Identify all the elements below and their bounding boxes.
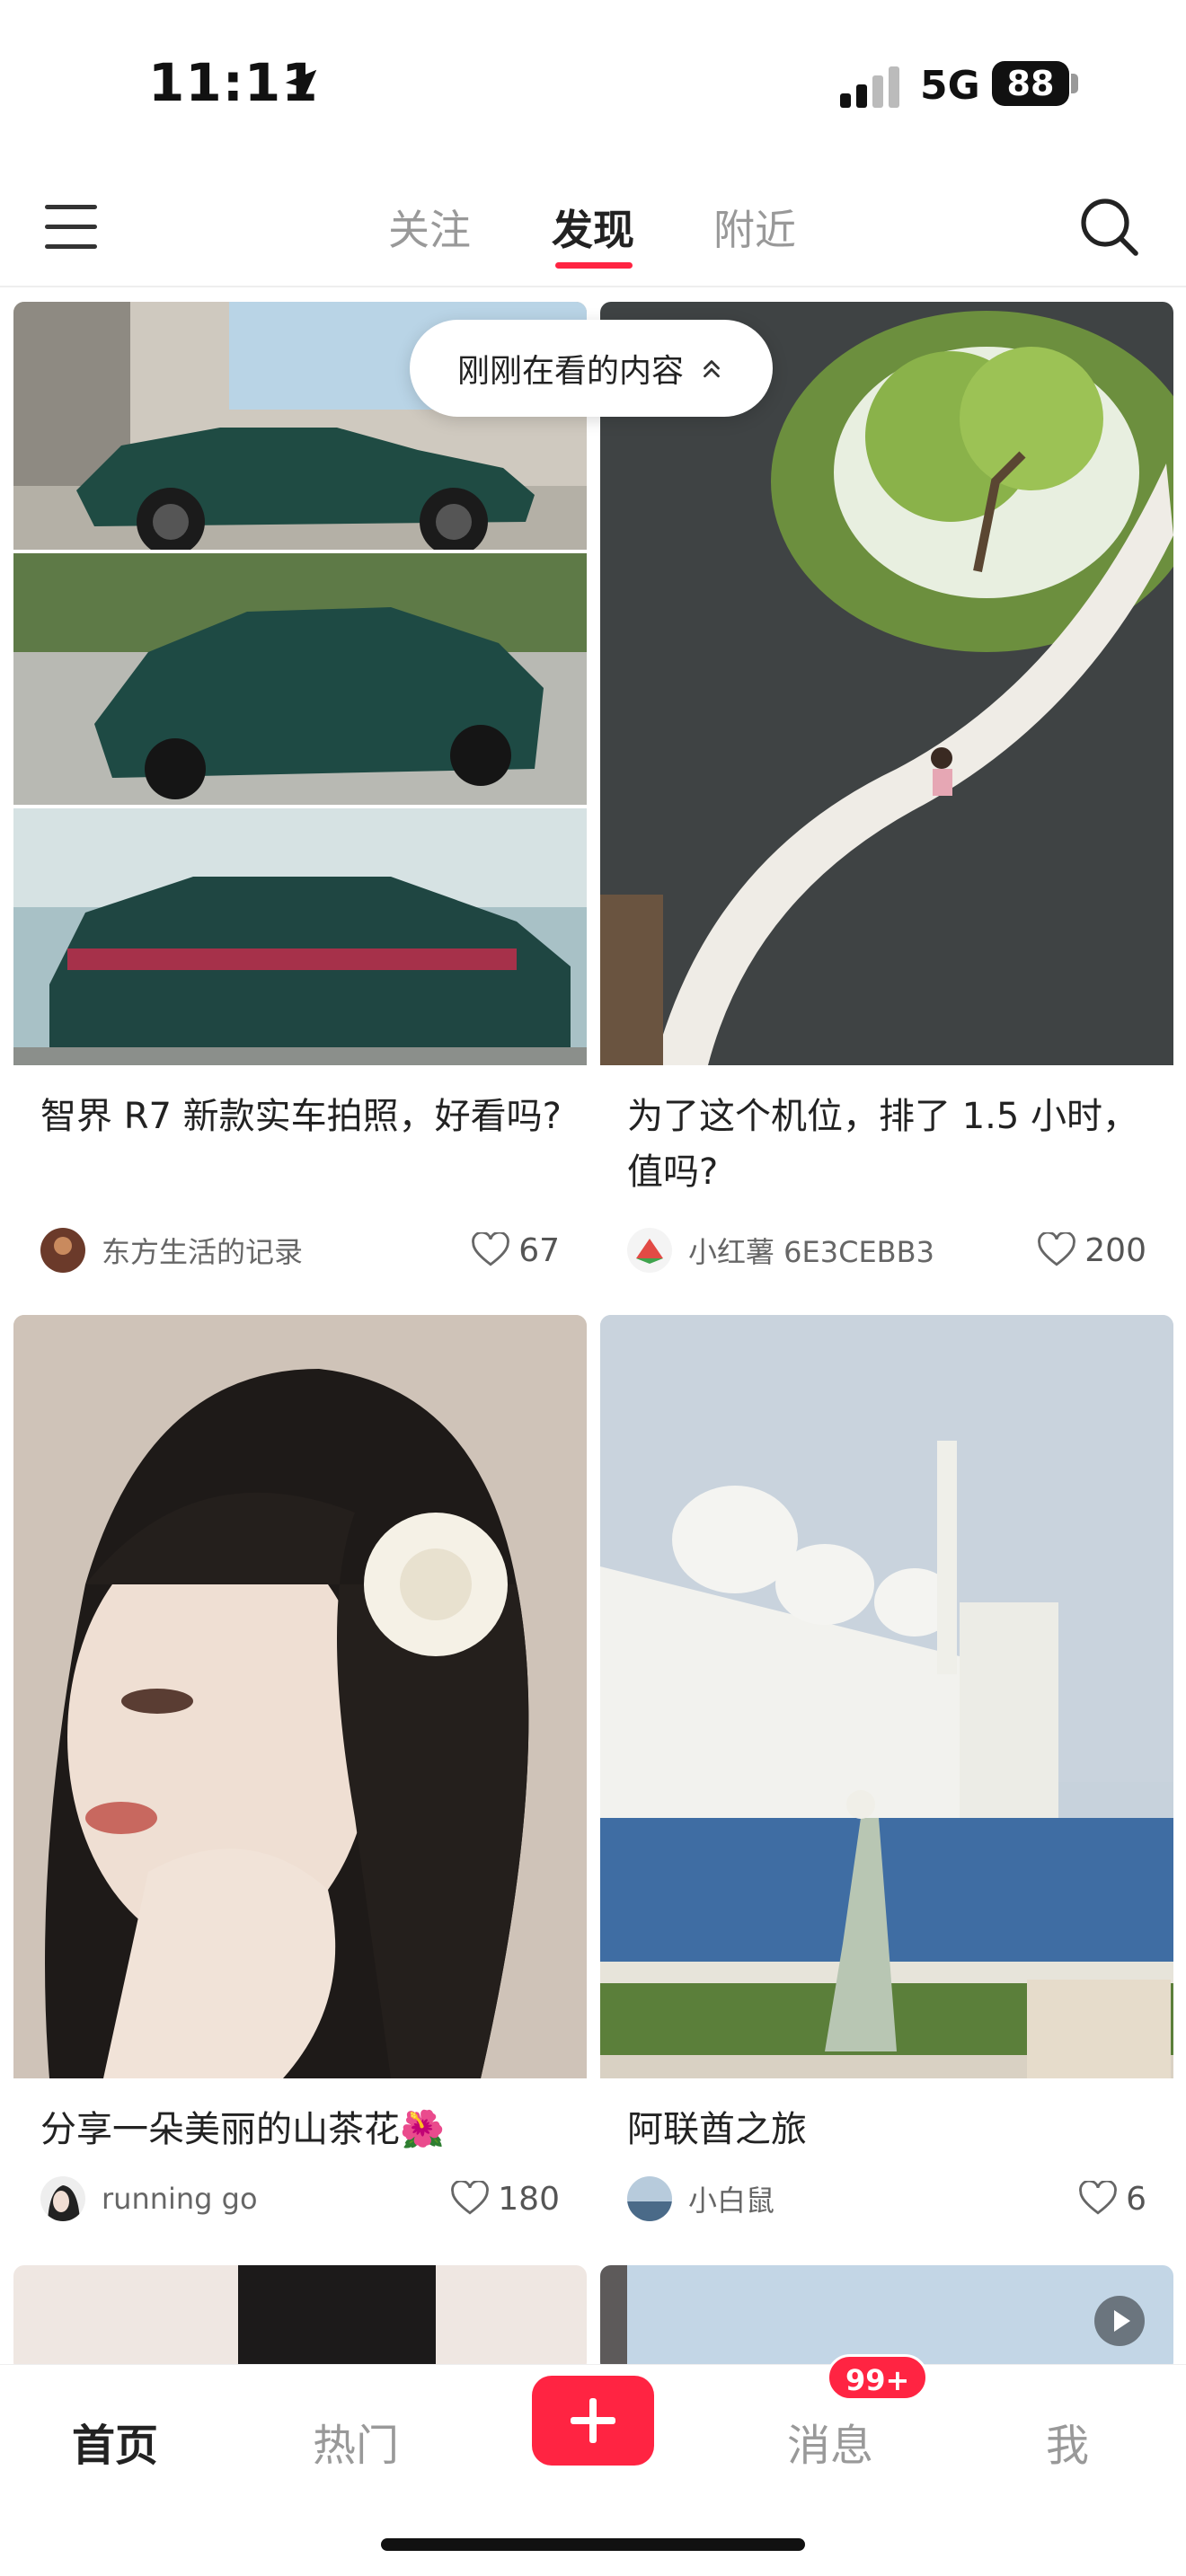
home-indicator xyxy=(381,2538,805,2551)
author-name: running go xyxy=(102,2182,258,2216)
recently-viewed-label: 刚刚在看的内容 xyxy=(456,353,684,390)
tab-nearby[interactable]: 附近 xyxy=(713,198,796,257)
top-nav: 关注 发现 附近 xyxy=(0,171,1186,287)
feed-card[interactable]: 智界 R7 新款实车拍照，好看吗? 东方生活的记录 67 xyxy=(13,302,587,1301)
tab-following[interactable]: 关注 xyxy=(388,198,471,257)
heart-icon xyxy=(1079,2181,1117,2215)
author-info[interactable]: 小白鼠 xyxy=(627,2175,774,2222)
heart-icon xyxy=(1038,1232,1076,1266)
active-tab-indicator xyxy=(555,262,633,269)
like-count: 180 xyxy=(498,2180,560,2218)
post-image xyxy=(600,1315,1173,2078)
like-count: 67 xyxy=(518,1231,560,1269)
signal-icon xyxy=(840,66,899,108)
search-icon[interactable] xyxy=(1078,196,1139,257)
like-button[interactable]: 200 xyxy=(1038,1227,1146,1274)
post-title: 为了这个机位，排了 1.5 小时，值吗? xyxy=(627,1096,1139,1193)
like-button[interactable]: 180 xyxy=(451,2175,560,2222)
chevron-up-icon xyxy=(704,360,720,378)
network-type: 5G xyxy=(920,63,980,109)
play-icon[interactable] xyxy=(1093,2294,1146,2348)
post-title: 分享一朵美丽的山茶花🌺 xyxy=(40,2109,445,2150)
nav-me[interactable]: 我 xyxy=(1046,2410,1089,2473)
author-name: 小红薯 6E3CEBB3 xyxy=(688,1235,934,1269)
heart-icon xyxy=(451,2181,490,2215)
nav-hot[interactable]: 热门 xyxy=(313,2410,399,2473)
nav-home[interactable]: 首页 xyxy=(72,2410,158,2473)
author-info[interactable]: running go xyxy=(40,2175,258,2222)
author-name: 小白鼠 xyxy=(688,2183,775,2218)
author-name: 东方生活的记录 xyxy=(102,1235,304,1269)
post-title: 阿联酋之旅 xyxy=(627,2109,807,2150)
like-count: 200 xyxy=(1084,1231,1146,1269)
tab-discover[interactable]: 发现 xyxy=(552,198,634,257)
avatar xyxy=(627,2176,672,2221)
like-button[interactable]: 67 xyxy=(472,1227,560,1274)
battery-tip xyxy=(1071,74,1078,93)
post-image xyxy=(13,2265,587,2373)
author-info[interactable]: 东方生活的记录 xyxy=(40,1227,303,1274)
feed-card[interactable]: 阿联酋之旅 小白鼠 6 xyxy=(600,1315,1173,2249)
heart-icon xyxy=(472,1232,510,1266)
post-title: 智界 R7 新款实车拍照，好看吗? xyxy=(40,1096,562,1137)
avatar xyxy=(40,1228,85,1273)
messages-badge: 99+ xyxy=(827,2354,929,2401)
avatar xyxy=(627,1228,672,1273)
status-bar: 11:11 5G 88 xyxy=(0,0,1186,171)
menu-icon[interactable] xyxy=(45,205,101,251)
battery-indicator: 88 xyxy=(992,61,1069,106)
location-arrow-icon xyxy=(285,69,317,101)
like-count: 6 xyxy=(1126,2180,1146,2218)
author-info[interactable]: 小红薯 6E3CEBB3 xyxy=(627,1227,934,1274)
feed-card[interactable] xyxy=(13,2265,587,2373)
avatar xyxy=(40,2176,85,2221)
feed-card[interactable]: 分享一朵美丽的山茶花🌺 running go 180 xyxy=(13,1315,587,2249)
feed-card[interactable]: 为了这个机位，排了 1.5 小时，值吗? 小红薯 6E3CEBB3 200 xyxy=(600,302,1173,1301)
post-image xyxy=(13,1315,587,2078)
recently-viewed-pill[interactable]: 刚刚在看的内容 xyxy=(410,320,773,417)
nav-messages[interactable]: 消息 xyxy=(787,2410,873,2473)
add-post-button[interactable] xyxy=(532,2376,654,2466)
like-button[interactable]: 6 xyxy=(1079,2175,1146,2222)
